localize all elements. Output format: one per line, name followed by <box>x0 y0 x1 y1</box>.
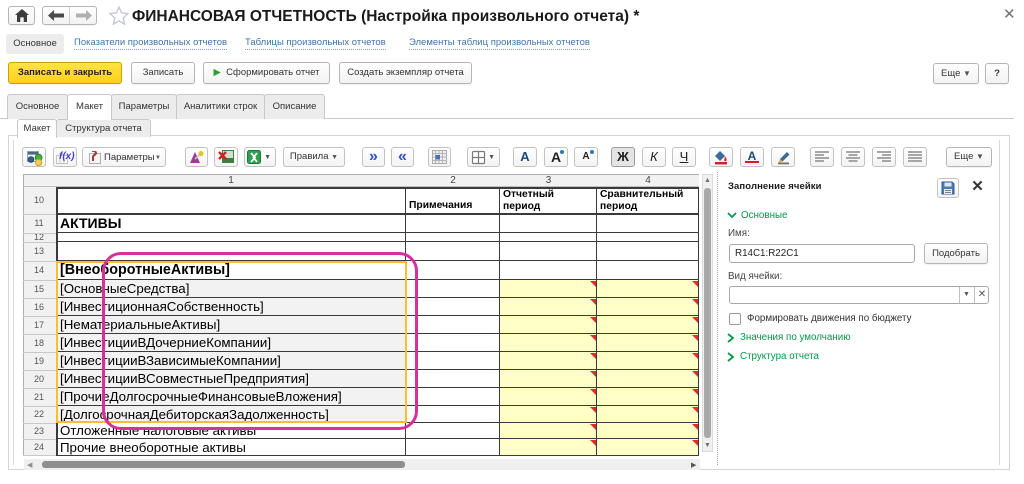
svg-text:f(x): f(x) <box>59 151 75 162</box>
